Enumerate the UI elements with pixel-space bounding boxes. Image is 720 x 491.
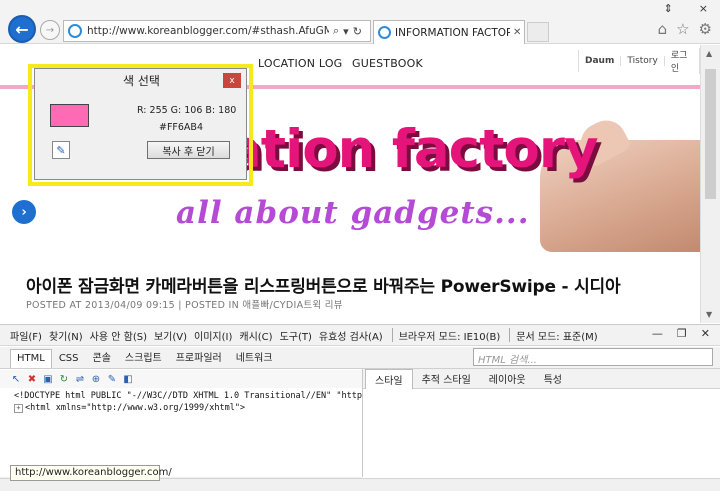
tab-title: INFORMATION FACTORY ::... [395,26,510,39]
back-arrow-icon: ← [15,19,29,39]
back-button[interactable]: ← [8,15,36,43]
close-tab-icon[interactable]: ✕ [513,27,521,38]
minimize-icon[interactable]: — [652,327,663,340]
html-node[interactable]: <html xmlns="http://www.w3.org/1999/xhtm… [25,402,245,414]
tab-html[interactable]: HTML [10,349,52,368]
close-devtools-icon[interactable]: ✕ [701,327,710,340]
clear-icon[interactable]: ✖ [26,373,38,385]
select-element-icon[interactable]: ↖ [10,373,22,385]
tab-layout[interactable]: 레이아웃 [480,369,535,388]
menu-cache[interactable]: 캐시(C) [239,328,272,343]
tab-trace-style[interactable]: 추적 스타일 [413,369,480,388]
devtools-menubar: 파일(F) 찾기(N) 사용 안 함(S) 보기(V) 이미지(I) 캐시(C)… [0,324,720,346]
undock-icon[interactable]: ❐ [677,327,687,340]
settings-gear-icon[interactable]: ⚙ [699,20,712,38]
menu-images[interactable]: 이미지(I) [194,328,232,343]
menu-separator [391,328,393,342]
nav-guestbook[interactable]: GUESTBOOK [352,57,423,70]
browser-tab[interactable]: INFORMATION FACTORY ::... ✕ [373,20,525,44]
doctype-node[interactable]: <!DOCTYPE html PUBLIC "-//W3C//DTD XHTML… [14,390,362,402]
rgb-value: R: 255 G: 106 B: 180 [137,105,237,116]
expand-icon[interactable]: + [14,403,23,413]
document-mode-menu[interactable]: 문서 모드: 표준(M) [516,328,597,343]
post-title[interactable]: 아이폰 잠금화면 카메라버튼을 리스프링버튼으로 바꿔주는 PowerSwipe… [26,272,621,297]
refresh-icon[interactable]: ↻ [353,25,362,38]
daum-link[interactable]: Daum [579,56,622,66]
nav-location-log[interactable]: LOCATION LOG [258,57,342,70]
ie-tab-icon [378,26,391,39]
dom-tree: <!DOCTYPE html PUBLIC "-//W3C//DTD XHTML… [14,390,362,414]
status-url-tooltip: http://www.koreanblogger.com/ [10,465,172,481]
dropdown-icon[interactable]: ▾ [343,25,349,38]
menu-disable[interactable]: 사용 안 함(S) [90,328,147,343]
ie-page-icon [68,24,82,38]
source-icon[interactable]: ⊕ [90,373,102,385]
site-tools: Daum Tistory 로그인 [578,48,700,74]
menu-file[interactable]: 파일(F) [10,328,42,343]
browser-mode-menu[interactable]: 브라우저 모드: IE10(B) [399,328,501,343]
color-picker-dialog: 색 선택 x R: 255 G: 106 B: 180 #FF6AB4 ✎ 복사… [34,68,247,180]
side-expand-icon[interactable]: › [12,200,36,224]
menu-find[interactable]: 찾기(N) [49,328,83,343]
home-icon[interactable]: ⌂ [658,20,668,38]
post-meta: POSTED AT 2013/04/09 09:15 | POSTED IN 애… [26,300,343,311]
devtools-toolbar: ↖ ✖ ▣ ↻ ⇌ ⊕ ✎ ◧ [0,370,362,388]
menu-tools[interactable]: 도구(T) [280,328,312,343]
login-link[interactable]: 로그인 [665,48,700,74]
window-controls: ⇕ × [664,2,708,15]
favorites-star-icon[interactable]: ☆ [676,20,689,38]
page-scrollbar[interactable]: ▲ ▼ [700,45,720,323]
scrollbar-thumb[interactable] [705,69,716,199]
dom-tree-line[interactable]: + <html xmlns="http://www.w3.org/1999/xh… [14,402,362,414]
scroll-up-icon[interactable]: ▲ [706,49,712,58]
forward-arrow-icon: → [45,24,55,36]
tab-css[interactable]: CSS [52,353,86,368]
tab-profiler[interactable]: 프로파일러 [169,349,229,368]
tab-network[interactable]: 네트워크 [229,349,280,368]
search-icon[interactable]: ⌕ [333,24,339,38]
close-window-icon[interactable]: × [699,2,708,15]
menu-validate[interactable]: 유효성 검사(A) [319,328,383,343]
forward-button[interactable]: → [40,20,60,40]
address-url[interactable]: http://www.koreanblogger.com/#sthash.Afu… [87,25,329,37]
address-bar[interactable]: http://www.koreanblogger.com/#sthash.Afu… [63,20,371,42]
dom-icon[interactable]: ◧ [122,373,134,385]
refresh-dom-icon[interactable]: ↻ [58,373,70,385]
devtools-window-controls: — ❐ ✕ [652,327,710,340]
eyedropper-icon[interactable]: ✎ [52,141,70,159]
color-swatch [50,104,89,127]
edit-icon[interactable]: ✎ [106,373,118,385]
restore-icon[interactable]: ⇕ [664,2,673,15]
dom-tree-line[interactable]: <!DOCTYPE html PUBLIC "-//W3C//DTD XHTML… [14,390,362,402]
tab-script[interactable]: 스크립트 [118,349,169,368]
new-tab-button[interactable] [527,22,549,42]
close-icon[interactable]: x [223,73,241,88]
scroll-down-icon[interactable]: ▼ [706,310,712,319]
dialog-title: 색 선택 [123,74,160,88]
tab-console[interactable]: 콘솔 [86,349,118,368]
browser-tool-icons: ⌂ ☆ ⚙ [658,20,712,38]
browser-chrome: ⇕ × ← → http://www.koreanblogger.com/#st… [0,0,720,44]
tistory-link[interactable]: Tistory [621,56,665,66]
word-wrap-icon[interactable]: ⇌ [74,373,86,385]
site-tagline: all about gadgets... [176,195,530,231]
html-search-input[interactable]: HTML 검색... [473,348,713,366]
site-logo[interactable]: ation factory [226,119,599,180]
tab-attributes[interactable]: 특성 [535,369,571,388]
tab-style[interactable]: 스타일 [365,368,413,389]
copy-close-button[interactable]: 복사 후 닫기 [147,141,230,159]
menu-separator [509,328,511,342]
style-tabs: 스타일 추적 스타일 레이아웃 특성 [363,368,720,389]
hex-value: #FF6AB4 [159,122,203,133]
menu-view[interactable]: 보기(V) [154,328,187,343]
save-icon[interactable]: ▣ [42,373,54,385]
